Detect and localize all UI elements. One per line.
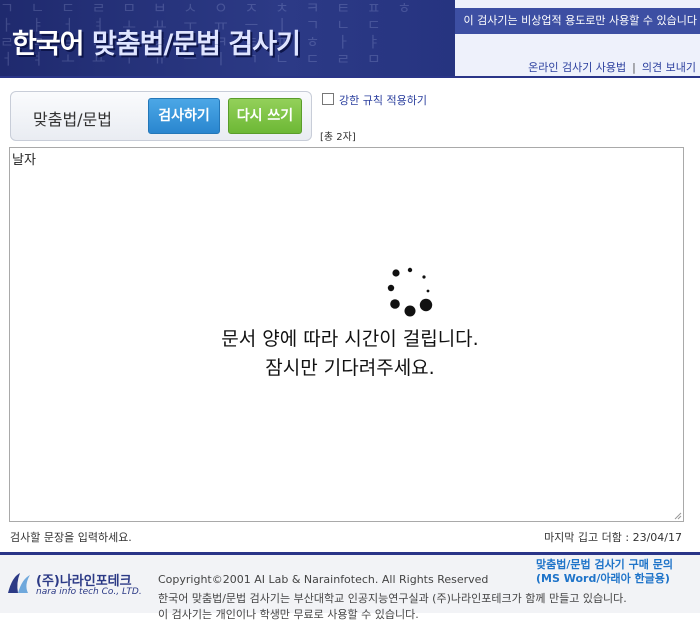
loading-spinner-icon <box>387 267 433 317</box>
strict-rule-checkbox[interactable] <box>322 93 334 105</box>
footer-license-note: 이 검사기는 개인이나 학생만 무료로 사용할 수 있습니다. <box>158 608 419 621</box>
loading-message-line2: 잠시만 기다려주세요. <box>265 357 435 379</box>
char-count: [총 2자] <box>320 132 356 143</box>
purchase-inquiry-link[interactable]: 맞춤법/문법 검사기 구매 문의 (MS Word/아래아 한글용) <box>536 558 673 586</box>
header-banner: ㄱ ㄴ ㄷ ㄹ ㅁ ㅂ ㅅ ㅇ ㅈ ㅊ ㅋ ㅌ ㅍ ㅎ ㅏ ㅑ ㅓ ㅕ ㅗ ㅛ … <box>0 0 700 78</box>
loading-message-line1: 문서 양에 따라 시간이 걸립니다. <box>221 328 479 350</box>
feedback-link[interactable]: 의견 보내기 <box>642 61 696 74</box>
usage-guide-link[interactable]: 온라인 검사기 사용법 <box>528 61 626 74</box>
purchase-inquiry-line1: 맞춤법/문법 검사기 구매 문의 <box>536 558 673 571</box>
purchase-inquiry-line2: (MS Word/아래아 한글용) <box>536 572 670 585</box>
strict-rule-label: 강한 규칙 적용하기 <box>339 94 427 107</box>
input-hint: 검사할 문장을 입력하세요. <box>10 531 132 544</box>
check-button[interactable]: 검사하기 <box>148 98 220 134</box>
company-logo-icon <box>8 573 30 593</box>
app-title-main: 한국어 <box>12 29 85 60</box>
checker-mode-label: 맞춤법/문법 <box>33 110 112 129</box>
copyright-text: Copyright©2001 AI Lab & Narainfotech. Al… <box>158 573 489 586</box>
header-links: 온라인 검사기 사용법 | 의견 보내기 <box>528 59 696 75</box>
reset-button[interactable]: 다시 쓰기 <box>228 98 302 134</box>
resize-handle-icon[interactable] <box>674 512 682 520</box>
app-title-sub: 맞춤법/문법 검사기 <box>91 29 301 60</box>
footer-description: 한국어 맞춤법/문법 검사기는 부산대학교 인공지능연구실과 (주)나라인포테크… <box>158 592 627 605</box>
company-name-english: nara info tech Co., LTD. <box>36 587 142 597</box>
footer: (주)나라인포테크 nara info tech Co., LTD. Copyr… <box>0 552 700 621</box>
checker-toolbar: 맞춤법/문법 검사하기 다시 쓰기 <box>10 91 312 141</box>
usage-notice: 이 검사기는 비상업적 용도로만 사용할 수 있습니다 <box>455 8 700 34</box>
last-update-text: 마지막 깁고 더함 : 23/04/17 <box>544 531 682 544</box>
company-logo: (주)나라인포테크 nara info tech Co., LTD. <box>6 568 142 600</box>
link-separator: | <box>632 61 636 74</box>
strict-rule-option[interactable]: 강한 규칙 적용하기 <box>322 92 427 108</box>
header-divider <box>0 76 700 78</box>
app-title: 한국어 맞춤법/문법 검사기 <box>12 22 301 61</box>
input-text: 날자 <box>12 153 36 168</box>
